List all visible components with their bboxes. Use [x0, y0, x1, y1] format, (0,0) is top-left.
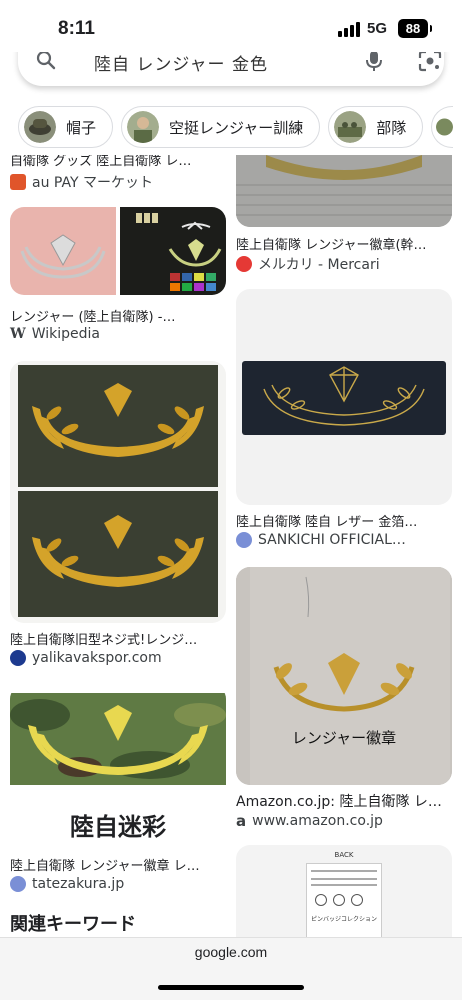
microphone-icon[interactable] [364, 50, 384, 72]
signal-icon [338, 22, 360, 37]
result-caption[interactable]: 陸上自衛隊 陸自 レザー 金箔… [236, 511, 456, 530]
chip-label: 部隊 [376, 118, 407, 137]
chip-cap[interactable]: 帽子 [18, 106, 114, 148]
network-type: 5G [367, 20, 388, 37]
result-source-label: au PAY マーケット [32, 175, 153, 191]
chip-label: 帽子 [66, 118, 97, 137]
result-caption[interactable]: Amazon.co.jp: 陸上自衛隊 レ… [236, 791, 456, 811]
chip-unit[interactable]: 部隊 [328, 106, 424, 148]
chip-thumbnail [24, 111, 56, 143]
chip-thumbnail [127, 111, 160, 143]
result-image-pin-card[interactable]: BACK ピンバッジコレクション [236, 845, 452, 937]
leather-patch-image [242, 361, 446, 435]
yalikavak-icon [10, 650, 26, 666]
result-image-amazon-pin[interactable]: レンジャー徽章 [236, 567, 452, 785]
gold-pin-image [236, 567, 452, 785]
url-domain[interactable]: google.com [0, 944, 462, 960]
result-source[interactable]: tatezakura.jp [10, 876, 124, 892]
au-pay-icon [10, 174, 26, 190]
result-image-label: 陸自迷彩 [70, 813, 166, 841]
google-lens-icon[interactable] [418, 50, 442, 72]
camo-patch-image [10, 693, 226, 785]
result-source-label: tatezakura.jp [32, 876, 125, 892]
result-image-mercari[interactable] [236, 155, 452, 227]
result-caption[interactable]: 陸上自衛隊 レンジャー徽章 レ… [10, 855, 230, 874]
result-source[interactable]: メルカリ - Mercari [236, 254, 380, 274]
result-image-gold-patches[interactable] [10, 361, 226, 623]
card-text: ピンバッジコレクション [310, 916, 377, 923]
result-source-label: Wikipedia [31, 326, 101, 342]
bottom-address-bar[interactable]: google.com [0, 937, 462, 1000]
amazon-icon: a [236, 812, 247, 830]
ranger-badge-image [10, 207, 226, 295]
globe-icon [10, 876, 26, 892]
result-source-label: www.amazon.co.jp [252, 813, 383, 829]
result-source-label: メルカリ - Mercari [258, 257, 380, 273]
search-input[interactable]: 陸自 レンジャー 金色 [94, 50, 268, 75]
image-results-grid: 自衛隊 グッズ 陸上自衛隊 レ… au PAY マーケット レンジャー (陸上自… [0, 155, 462, 937]
related-keywords-heading: 関連キーワード [10, 914, 136, 935]
result-caption[interactable]: 陸上自衛隊 レンジャー徽章(幹… [236, 234, 456, 253]
result-caption[interactable]: 陸上自衛隊旧型ネジ式!レンジ… [10, 629, 230, 648]
home-indicator[interactable] [158, 985, 304, 990]
result-source[interactable]: au PAY マーケット [10, 172, 153, 192]
result-source[interactable]: W Wikipedia [10, 326, 100, 342]
card-body: ピンバッジコレクション [306, 863, 382, 937]
chip-thumbnail [334, 111, 367, 143]
search-icon[interactable] [36, 50, 56, 70]
chip-airborne-ranger-training[interactable]: 空挺レンジャー訓練 [121, 106, 321, 148]
battery-icon: 88 [398, 19, 432, 38]
chip-label: 空挺レンジャー訓練 [169, 118, 304, 137]
result-source[interactable]: yalikavakspor.com [10, 650, 162, 666]
gold-patch-image [18, 365, 218, 617]
status-bar: 8:11 5G 88 [0, 0, 462, 52]
filter-chips: 帽子 空挺レンジャー訓練 部隊 [18, 106, 462, 148]
chip-thumbnail [436, 118, 454, 136]
result-image-label: レンジャー徽章 [291, 729, 397, 747]
wikipedia-icon: W [10, 326, 26, 342]
result-image-wikipedia[interactable] [10, 207, 226, 295]
chip-more[interactable] [431, 106, 454, 148]
result-caption[interactable]: 自衛隊 グッズ 陸上自衛隊 レ… [10, 155, 230, 169]
result-source[interactable]: SANKICHI OFFICIAL… [236, 532, 406, 548]
result-caption[interactable]: レンジャー (陸上自衛隊) -… [10, 306, 230, 325]
mercari-icon [236, 256, 252, 272]
result-source[interactable]: a www.amazon.co.jp [236, 812, 383, 830]
result-source-label: yalikavakspor.com [32, 650, 162, 666]
globe-icon [236, 532, 252, 548]
badge-on-fabric-image [236, 155, 452, 227]
result-image-camo-patch[interactable]: 陸自迷彩 [10, 685, 226, 845]
clock: 8:11 [58, 18, 95, 39]
result-source-label: SANKICHI OFFICIAL… [258, 532, 406, 548]
result-image-leather-patch[interactable] [236, 289, 452, 505]
card-header: BACK [334, 851, 354, 859]
